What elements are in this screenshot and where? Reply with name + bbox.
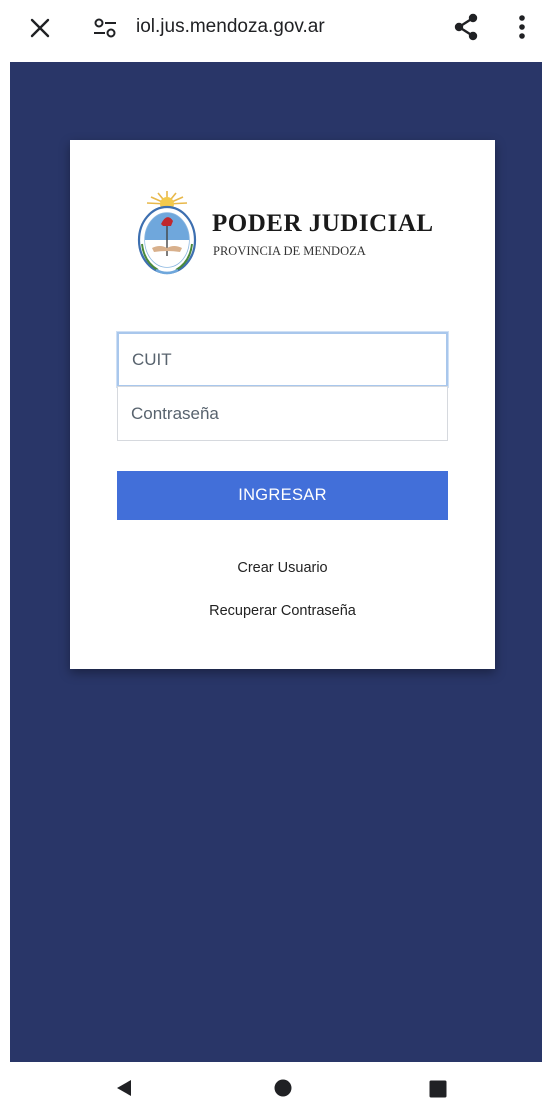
back-button[interactable] <box>114 1078 134 1098</box>
coat-of-arms-seal <box>137 191 197 275</box>
home-button[interactable] <box>273 1078 293 1098</box>
brand-subtitle: PROVINCIA DE MENDOZA <box>213 244 366 258</box>
tune-icon <box>94 18 116 38</box>
page-background: PODER JUDICIAL PROVINCIA DE MENDOZA INGR… <box>10 62 542 1062</box>
home-circle-icon <box>274 1079 292 1097</box>
more-vert-icon <box>519 15 525 39</box>
browser-toolbar: iol.jus.mendoza.gov.ar <box>0 0 552 56</box>
more-options-button[interactable] <box>508 10 536 44</box>
back-triangle-icon <box>117 1080 131 1096</box>
url-text[interactable]: iol.jus.mendoza.gov.ar <box>136 14 325 40</box>
brand-title: PODER JUDICIAL <box>212 210 434 237</box>
brand-header: PODER JUDICIAL PROVINCIA DE MENDOZA <box>134 188 444 278</box>
close-icon <box>30 18 50 38</box>
password-input[interactable] <box>117 386 448 441</box>
recents-button[interactable] <box>428 1079 448 1099</box>
site-settings-button[interactable] <box>92 16 118 40</box>
create-user-link[interactable]: Crear Usuario <box>70 560 495 576</box>
close-tab-button[interactable] <box>24 12 56 44</box>
recents-square-icon <box>429 1080 447 1098</box>
recover-password-link[interactable]: Recuperar Contraseña <box>70 603 495 619</box>
login-card: PODER JUDICIAL PROVINCIA DE MENDOZA INGR… <box>70 140 495 669</box>
login-button[interactable]: INGRESAR <box>117 471 448 520</box>
share-button[interactable] <box>449 10 483 44</box>
cuit-input[interactable] <box>117 332 448 387</box>
system-navigation-bar <box>0 1062 552 1104</box>
share-icon <box>454 13 478 41</box>
